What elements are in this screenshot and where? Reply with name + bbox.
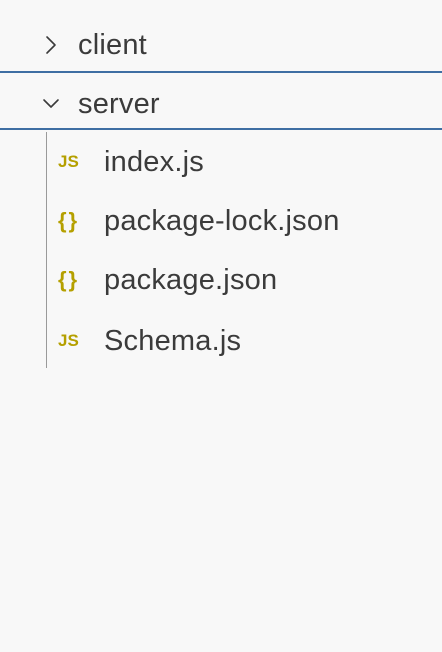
file-label: package-lock.json — [104, 204, 340, 237]
json-file-icon: {} — [58, 267, 80, 292]
javascript-file-icon: JS — [58, 331, 79, 350]
file-explorer-tree: client server JS index.js {} package-loc… — [0, 0, 442, 652]
file-item-package-lock-json[interactable]: {} package-lock.json — [0, 193, 442, 249]
javascript-file-icon: JS — [58, 152, 79, 171]
focus-border — [0, 128, 442, 130]
file-item-schema-js[interactable]: JS Schema.js — [0, 313, 442, 369]
folder-label-client: client — [78, 28, 147, 61]
folder-label-server: server — [78, 87, 160, 120]
file-label: package.json — [104, 263, 278, 296]
folder-client[interactable]: client — [0, 17, 442, 73]
chevron-down-icon[interactable] — [40, 93, 62, 115]
json-file-icon: {} — [58, 208, 80, 233]
folder-server[interactable]: server — [0, 76, 442, 132]
file-item-index-js[interactable]: JS index.js — [0, 134, 442, 190]
file-item-package-json[interactable]: {} package.json — [0, 252, 442, 308]
focus-border — [0, 71, 442, 73]
chevron-right-icon[interactable] — [40, 34, 62, 56]
file-label: index.js — [104, 145, 204, 178]
file-label: Schema.js — [104, 324, 242, 357]
